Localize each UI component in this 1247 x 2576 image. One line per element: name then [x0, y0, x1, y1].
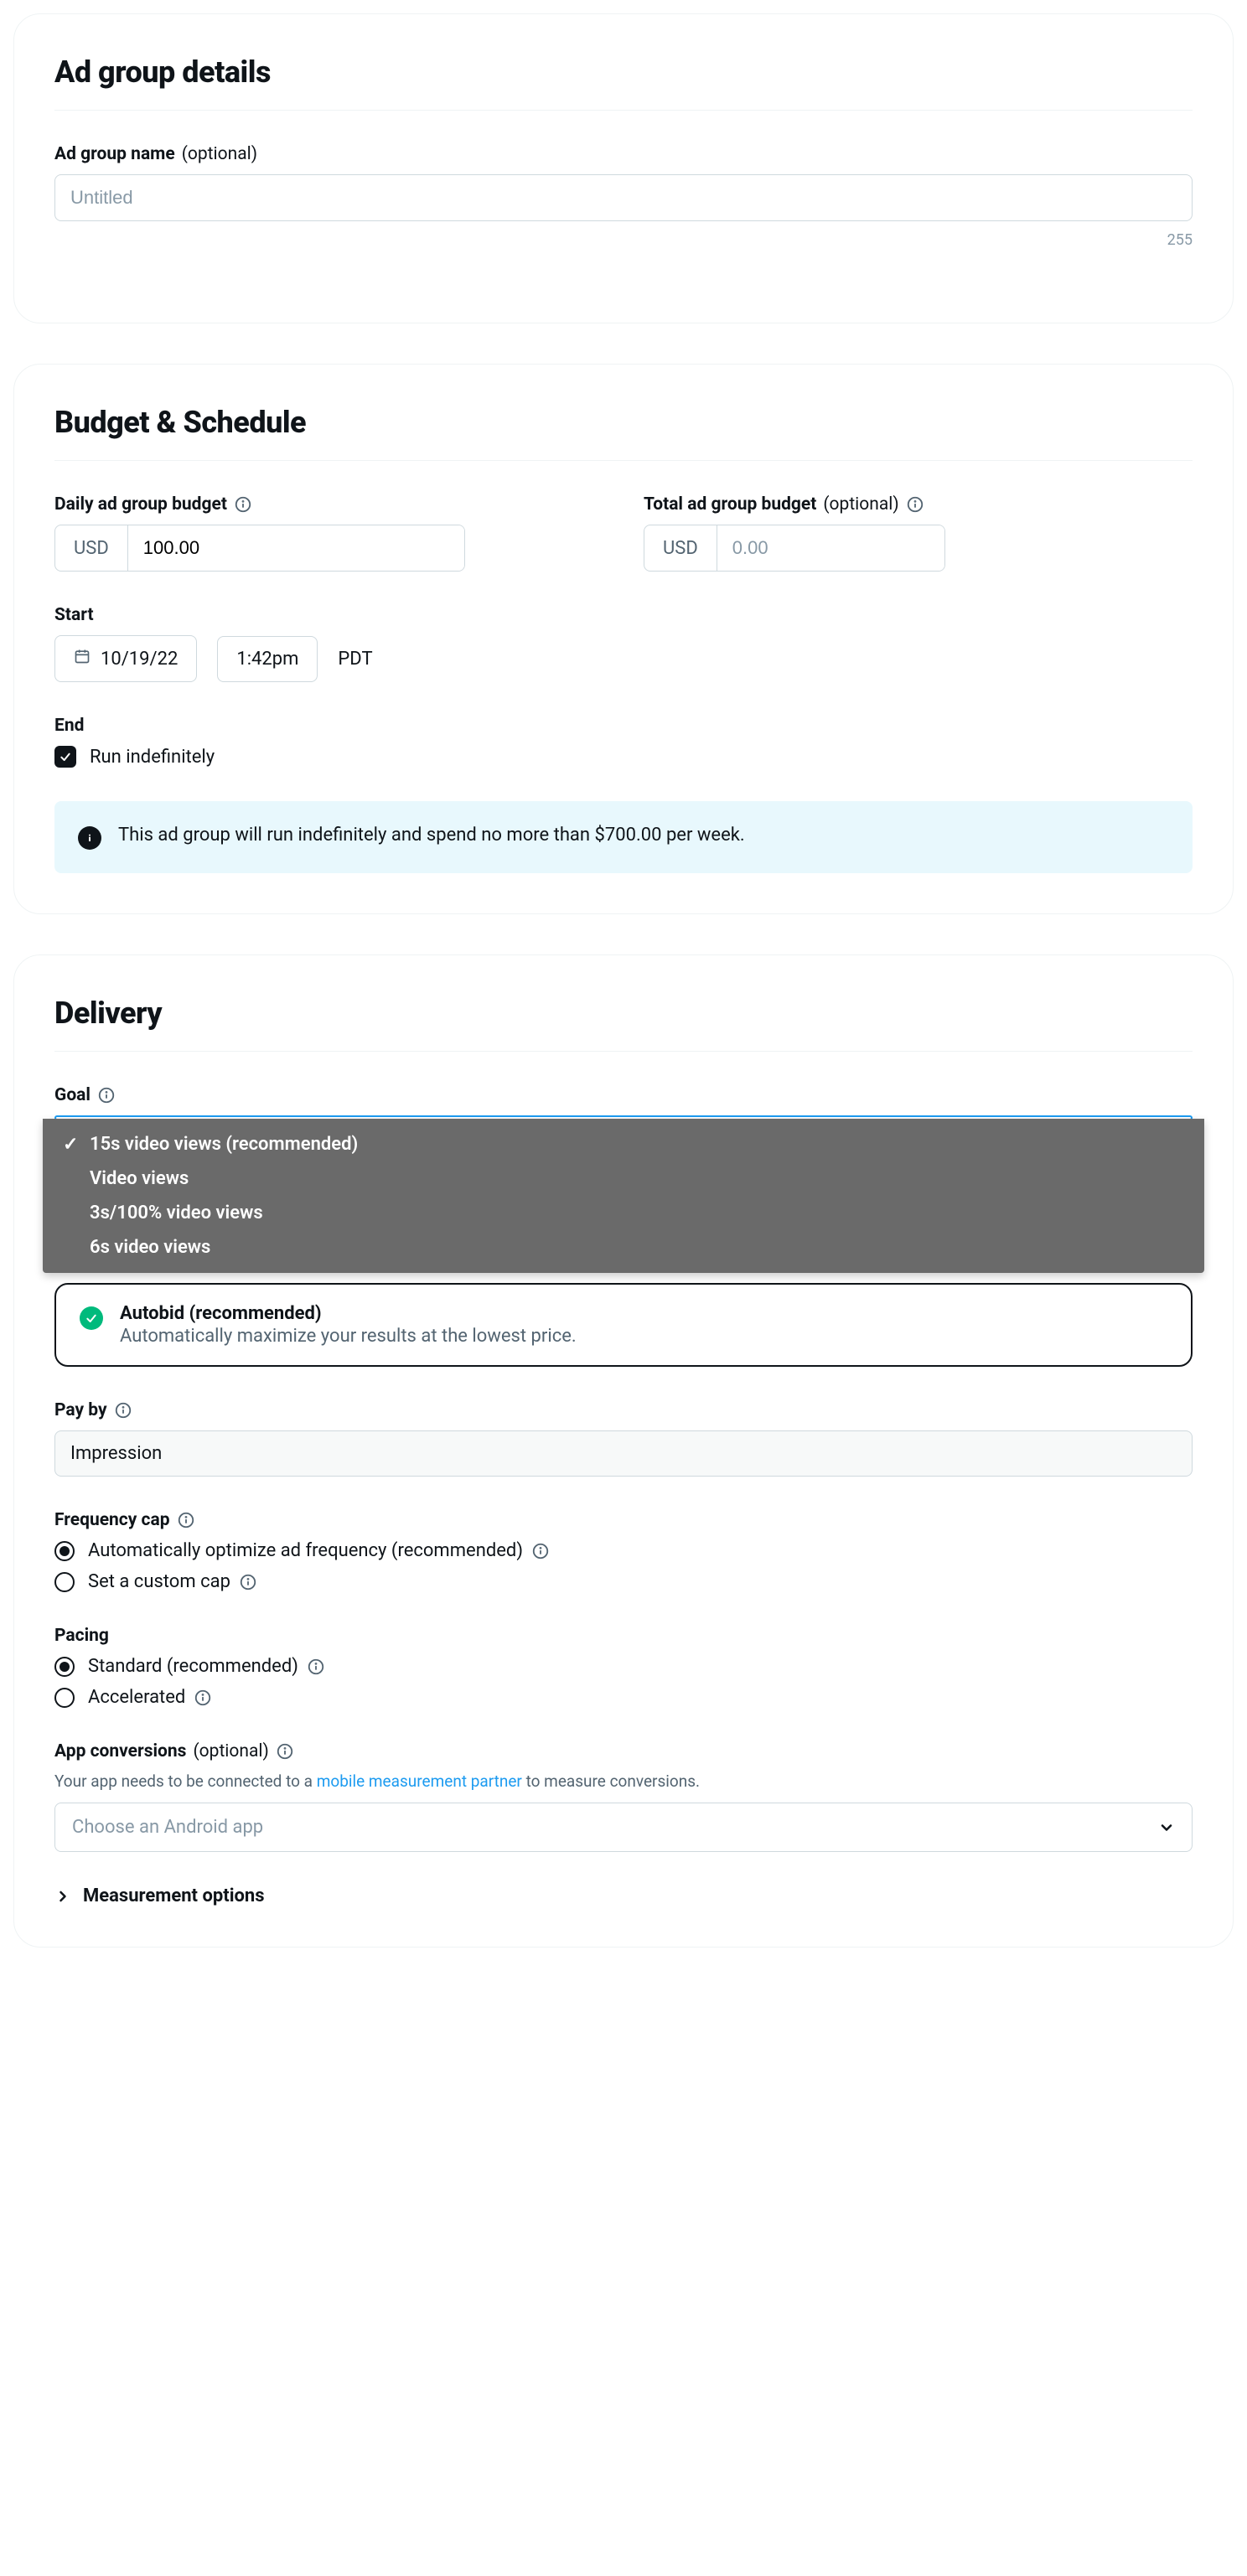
ad-group-details-card: Ad group details Ad group name (optional… [13, 13, 1234, 323]
bid-strategy-card[interactable]: Autobid (recommended) Automatically maxi… [54, 1283, 1193, 1367]
delivery-title: Delivery [54, 996, 1193, 1031]
info-icon[interactable] [276, 1742, 294, 1761]
run-indefinitely-checkbox[interactable] [54, 746, 76, 768]
freq-auto-radio[interactable] [54, 1541, 75, 1561]
start-date-picker[interactable]: 10/19/22 [54, 635, 197, 682]
budget-info-banner: This ad group will run indefinitely and … [54, 801, 1193, 873]
pacing-accelerated-radio[interactable] [54, 1688, 75, 1708]
info-icon [78, 826, 101, 850]
freq-custom-radio[interactable] [54, 1572, 75, 1592]
pacing-accelerated-label: Accelerated [88, 1687, 212, 1708]
budget-info-text: This ad group will run indefinitely and … [118, 825, 745, 846]
app-help-text: Your app needs to be connected to a mobi… [54, 1772, 1193, 1791]
goal-dropdown: 15s video views (recommended) Video view… [43, 1119, 1204, 1273]
currency-prefix: USD [644, 525, 717, 571]
bid-title: Autobid (recommended) [120, 1303, 577, 1324]
info-icon[interactable] [531, 1542, 550, 1560]
total-budget-input-group: USD [644, 525, 945, 572]
chevron-right-icon [54, 1888, 71, 1905]
calendar-icon [74, 648, 91, 670]
frequency-cap-label: Frequency cap [54, 1510, 1193, 1530]
goal-option[interactable]: 3s/100% video views [43, 1196, 1204, 1230]
measurement-options-toggle[interactable]: Measurement options [54, 1885, 1193, 1906]
ad-group-name-label: Ad group name (optional) [54, 144, 1193, 164]
budget-schedule-card: Budget & Schedule Daily ad group budget … [13, 364, 1234, 914]
end-label: End [54, 716, 1193, 736]
ad-group-details-title: Ad group details [54, 54, 1193, 90]
delivery-card: Delivery Goal 15s video views (recommend… [13, 954, 1234, 1948]
start-label: Start [54, 605, 1193, 625]
start-time-value: 1:42pm [236, 649, 298, 670]
info-icon[interactable] [234, 495, 252, 514]
ad-group-name-input[interactable] [54, 174, 1193, 221]
freq-auto-label: Automatically optimize ad frequency (rec… [88, 1540, 550, 1561]
info-icon[interactable] [239, 1573, 257, 1591]
info-icon[interactable] [177, 1511, 195, 1529]
currency-prefix: USD [55, 525, 128, 571]
check-icon [80, 1306, 103, 1330]
app-select[interactable]: Choose an Android app [54, 1803, 1193, 1852]
total-budget-label: Total ad group budget (optional) [644, 494, 1193, 515]
daily-budget-label: Daily ad group budget [54, 494, 603, 515]
divider [54, 110, 1193, 111]
run-indefinitely-label: Run indefinitely [90, 747, 215, 768]
goal-option[interactable]: 6s video views [43, 1230, 1204, 1265]
goal-option[interactable]: 15s video views (recommended) [43, 1127, 1204, 1161]
pacing-label: Pacing [54, 1626, 1193, 1646]
info-icon[interactable] [114, 1401, 132, 1420]
freq-custom-label: Set a custom cap [88, 1571, 257, 1592]
goal-option[interactable]: Video views [43, 1161, 1204, 1196]
mobile-measurement-link[interactable]: mobile measurement partner [317, 1772, 522, 1791]
chevron-down-icon [1158, 1819, 1175, 1836]
char-counter: 255 [54, 231, 1193, 249]
daily-budget-input[interactable] [128, 525, 464, 571]
info-icon[interactable] [194, 1689, 212, 1707]
timezone-label: PDT [338, 649, 372, 670]
budget-schedule-title: Budget & Schedule [54, 405, 1193, 440]
pay-by-label: Pay by [54, 1400, 1193, 1420]
divider [54, 1051, 1193, 1052]
info-icon[interactable] [906, 495, 924, 514]
bid-subtitle: Automatically maximize your results at t… [120, 1326, 577, 1347]
total-budget-input[interactable] [717, 525, 944, 571]
start-date-value: 10/19/22 [101, 649, 178, 670]
app-conversions-label: App conversions (optional) [54, 1741, 1193, 1761]
divider [54, 460, 1193, 461]
pay-by-select[interactable]: Impression [54, 1430, 1193, 1477]
pacing-standard-radio[interactable] [54, 1657, 75, 1677]
info-icon[interactable] [307, 1658, 325, 1676]
info-icon[interactable] [97, 1086, 116, 1104]
daily-budget-input-group: USD [54, 525, 465, 572]
start-time-picker[interactable]: 1:42pm [217, 636, 318, 682]
pacing-standard-label: Standard (recommended) [88, 1656, 325, 1677]
goal-label: Goal [54, 1085, 1193, 1105]
